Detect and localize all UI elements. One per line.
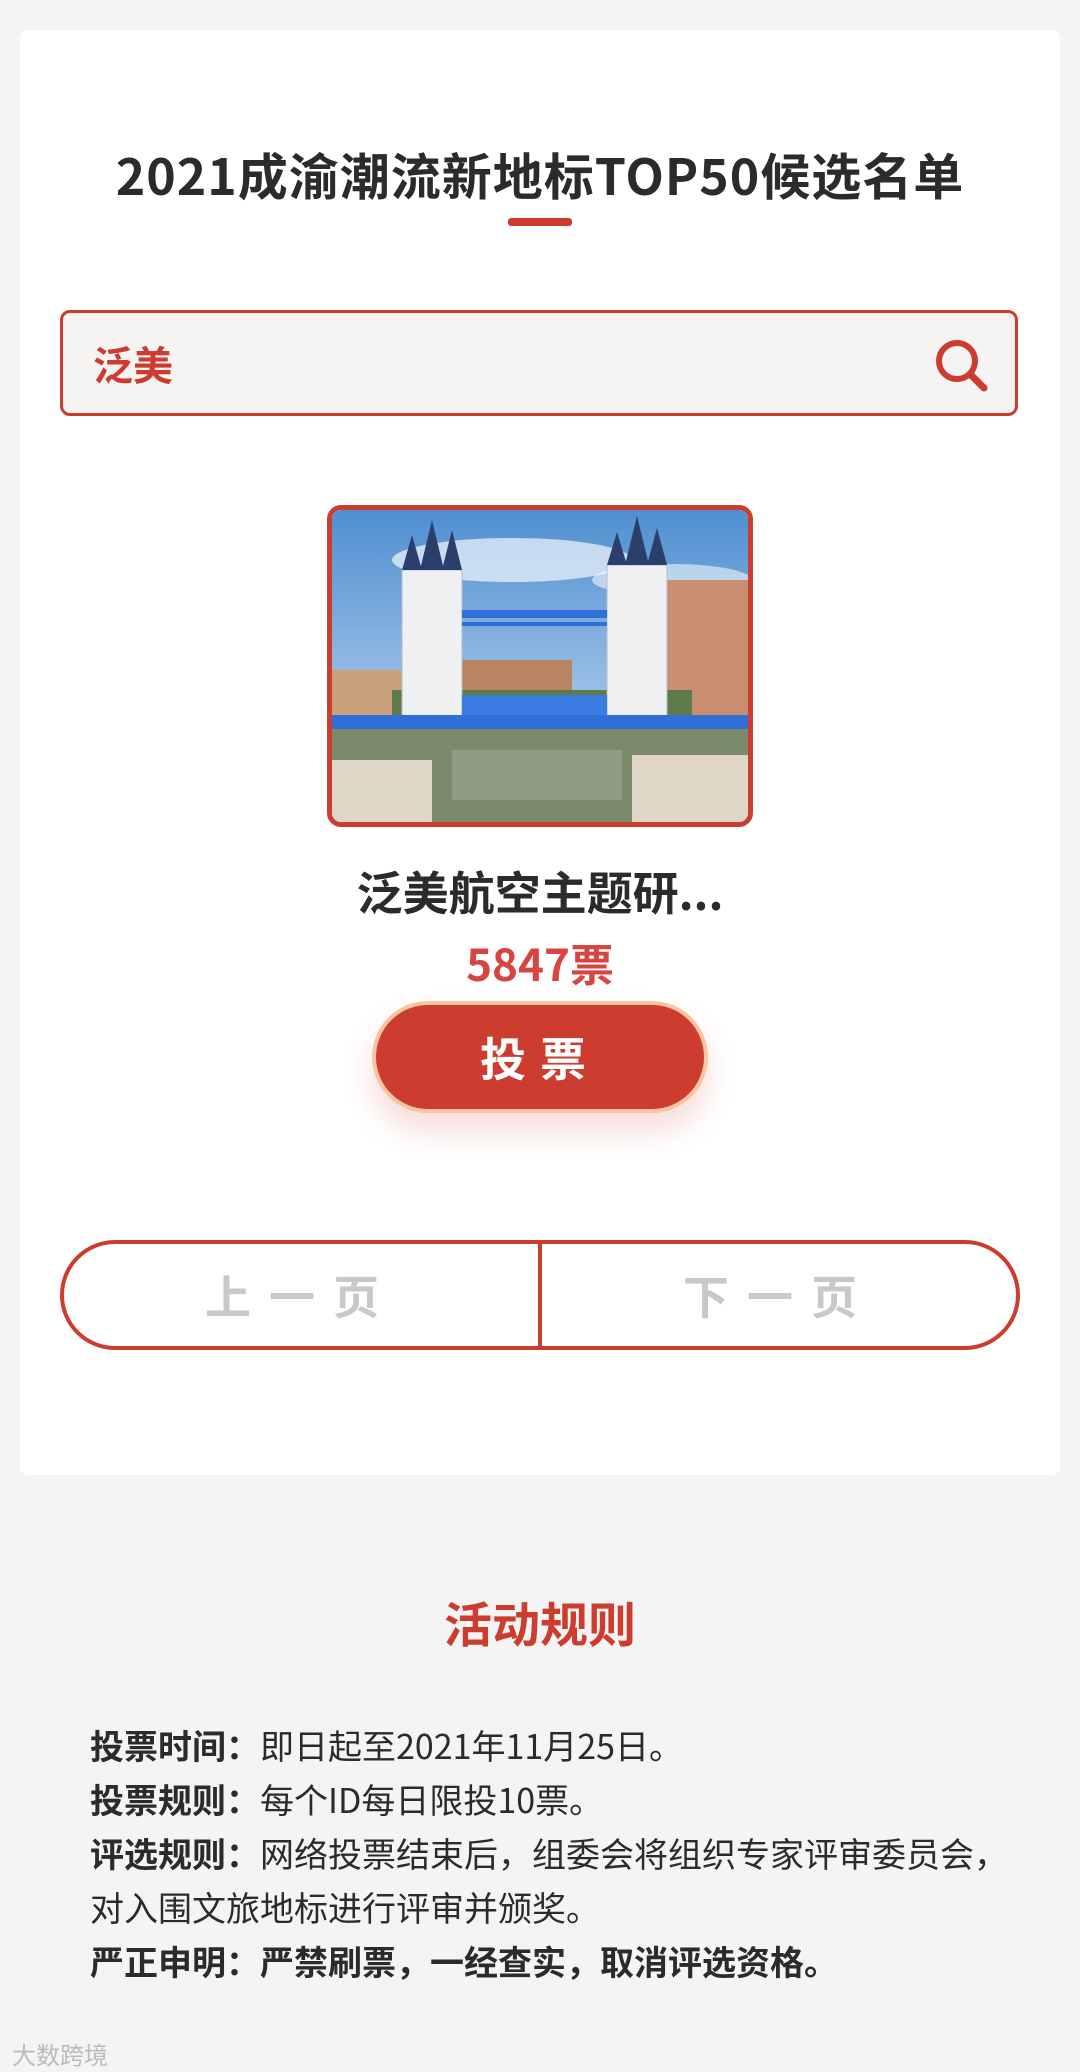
rules-section: 投票时间：即日起至2021年11月25日。 投票规则：每个ID每日限投10票。 … xyxy=(90,1718,1010,1988)
title-underline xyxy=(508,218,572,226)
vote-count: 5847票 xyxy=(466,930,614,994)
tower-bridge-illustration xyxy=(332,510,748,822)
vote-button[interactable]: 投票 xyxy=(372,1001,708,1113)
rule-notice: 严正申明：严禁刷票，一经查实，取消评选资格。 xyxy=(90,1934,1010,1988)
rule-label: 评选规则： xyxy=(90,1828,260,1877)
rule-text: 每个ID每日限投10票。 xyxy=(260,1774,604,1823)
pagination: 上一页 下一页 xyxy=(60,1240,1020,1350)
rule-text: 即日起至2021年11月25日。 xyxy=(260,1720,683,1769)
next-page-button[interactable]: 下一页 xyxy=(542,1244,1016,1346)
search-input[interactable]: 泛美 xyxy=(93,313,173,413)
rule-label: 投票时间： xyxy=(90,1720,260,1769)
search-box[interactable]: 泛美 xyxy=(60,310,1018,416)
rule-text: 严禁刷票，一经查实，取消评选资格。 xyxy=(260,1936,838,1985)
search-icon[interactable] xyxy=(931,335,991,395)
rule-vote-limit: 投票规则：每个ID每日限投10票。 xyxy=(90,1772,1010,1826)
rules-title: 活动规则 xyxy=(443,1586,636,1656)
rule-label: 严正申明： xyxy=(90,1936,260,1985)
landmark-name: 泛美航空主题研... xyxy=(356,858,724,924)
rule-label: 投票规则： xyxy=(90,1774,260,1823)
watermark: 大数跨境 xyxy=(12,2036,108,2071)
prev-page-button[interactable]: 上一页 xyxy=(64,1244,538,1346)
rule-vote-time: 投票时间：即日起至2021年11月25日。 xyxy=(90,1718,1010,1772)
page-title: 2021成渝潮流新地标TOP50候选名单 xyxy=(115,138,965,210)
rule-selection: 评选规则：网络投票结束后，组委会将组织专家评审委员会，对入围文旅地标进行评审并颁… xyxy=(90,1826,1010,1934)
landmark-photo[interactable] xyxy=(327,505,753,827)
